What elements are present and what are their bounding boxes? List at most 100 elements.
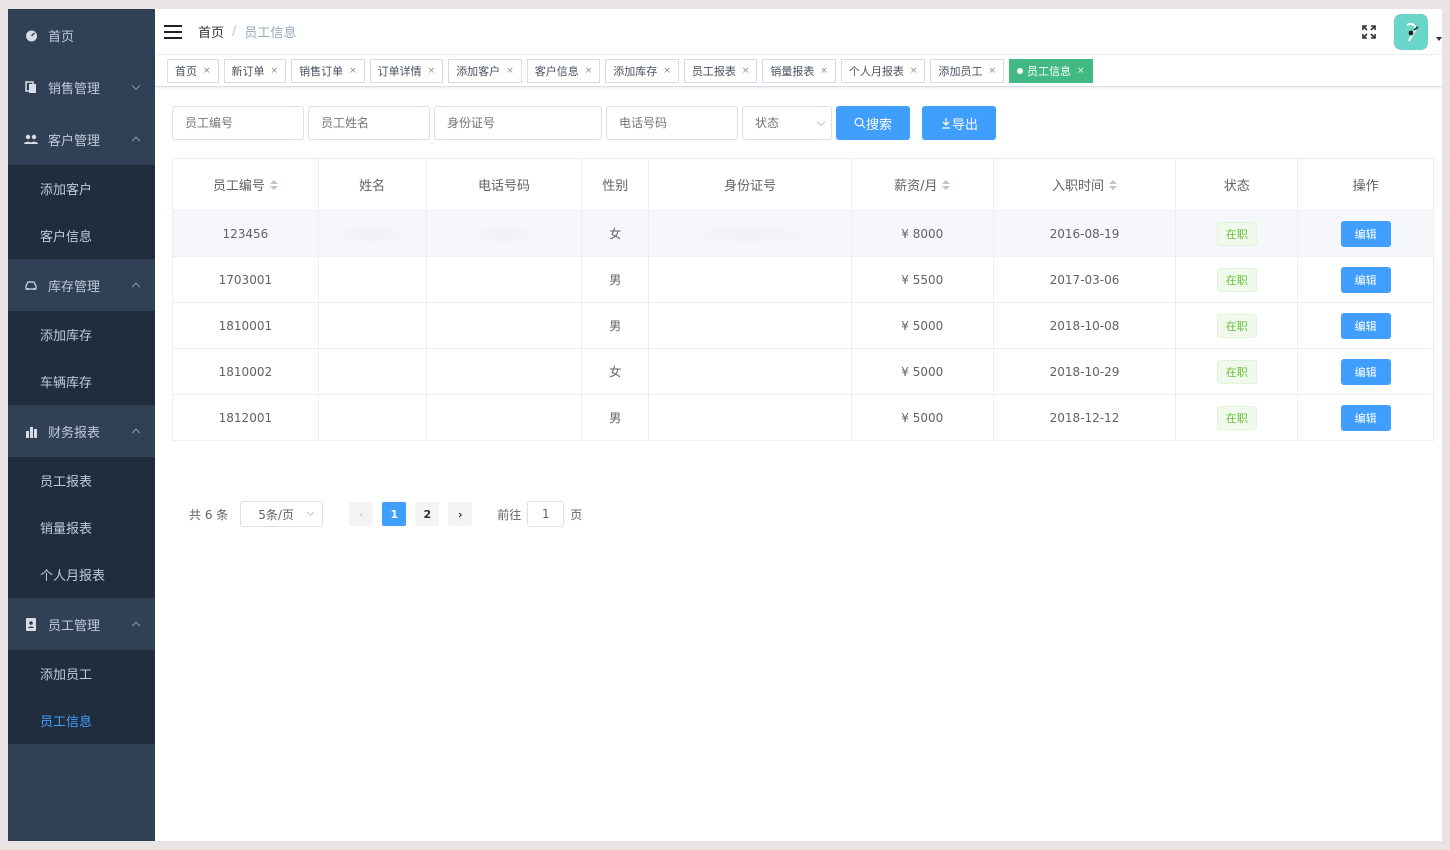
table-cell-idcard	[649, 211, 852, 256]
table-cell-id: 1810002	[173, 349, 319, 394]
page-size-select[interactable]: 5条/页	[240, 501, 324, 527]
employee-id-input[interactable]	[172, 106, 304, 140]
table-row: 123456 女 ¥ 8000 2016-08-19 在职 编辑	[173, 211, 1433, 257]
sort-icon[interactable]	[269, 179, 278, 190]
cell-value: 2016-08-19	[1049, 226, 1120, 241]
search-button[interactable]: 搜索	[836, 106, 910, 140]
close-icon[interactable]: ×	[988, 66, 996, 76]
user-avatar[interactable]	[1394, 14, 1428, 50]
navbar: 首页 / 员工信息	[155, 9, 1442, 55]
close-icon[interactable]: ×	[585, 66, 593, 76]
tag-3[interactable]: 订单详情 ×	[369, 58, 444, 83]
sidebar-menu-0[interactable]: 首页	[8, 9, 155, 61]
close-icon[interactable]: ×	[271, 66, 279, 76]
close-icon[interactable]: ×	[506, 66, 514, 76]
tag-2[interactable]: 销售订单 ×	[291, 58, 365, 83]
tag-0[interactable]: 首页 ×	[167, 58, 219, 83]
edit-button[interactable]: 编辑	[1340, 312, 1391, 339]
column-header[interactable]: 入职时间	[994, 159, 1177, 210]
close-icon[interactable]: ×	[428, 66, 436, 76]
close-icon[interactable]: ×	[1077, 66, 1085, 76]
sidebar-menu-2[interactable]: 客户管理	[8, 113, 155, 165]
table-cell-idcard	[649, 303, 852, 348]
phone-input[interactable]	[606, 106, 738, 140]
column-header: 电话号码	[427, 159, 583, 210]
sidebar-subitem[interactable]: 销量报表	[8, 504, 155, 551]
sidebar-subitem[interactable]: 员工报表	[8, 457, 155, 504]
sidebar-subitem[interactable]: 添加员工	[8, 650, 155, 697]
sort-icon[interactable]	[942, 179, 951, 190]
hamburger-menu-icon[interactable]	[164, 24, 182, 39]
sidebar-menu-label: 客户管理	[48, 133, 101, 149]
tag-8[interactable]: 销量报表 ×	[762, 58, 836, 83]
column-header[interactable]: 员工编号	[173, 159, 319, 210]
close-icon[interactable]: ×	[203, 66, 211, 76]
goto-prefix: 前往	[497, 507, 522, 522]
caret-down-icon[interactable]	[1436, 37, 1442, 41]
status-badge: 在职	[1216, 221, 1257, 246]
edit-button[interactable]: 编辑	[1340, 266, 1391, 293]
sidebar-submenu: 添加库存 车辆库存	[8, 311, 155, 405]
goto-page-input[interactable]: 1	[527, 501, 565, 527]
export-button[interactable]: 导出	[922, 106, 996, 140]
sidebar-menu-1[interactable]: 销售管理	[8, 61, 155, 113]
next-page-button[interactable]: ›	[448, 502, 473, 526]
fullscreen-icon[interactable]	[1362, 25, 1376, 39]
prev-page-button[interactable]: ‹	[349, 502, 374, 526]
sidebar-menu-label: 员工管理	[48, 618, 101, 634]
table-cell-salary: ¥ 5000	[852, 303, 994, 348]
tag-9[interactable]: 个人月报表 ×	[840, 58, 926, 83]
tag-label: 订单详情	[377, 64, 422, 78]
table-cell-action: 编辑	[1298, 303, 1433, 348]
close-icon[interactable]: ×	[910, 66, 918, 76]
sort-icon[interactable]	[1109, 179, 1118, 190]
table-cell-action: 编辑	[1298, 257, 1433, 302]
dashboard-icon	[24, 28, 38, 42]
idcard-input[interactable]	[434, 106, 602, 140]
column-header[interactable]: 薪资/月	[852, 159, 994, 210]
employee-name-input[interactable]	[308, 106, 430, 140]
close-icon[interactable]: ×	[820, 66, 828, 76]
sidebar-subitem[interactable]: 客户信息	[8, 212, 155, 259]
tag-10[interactable]: 添加员工 ×	[930, 58, 1005, 83]
edit-button[interactable]: 编辑	[1340, 404, 1391, 431]
close-icon[interactable]: ×	[663, 66, 671, 76]
breadcrumb-separator: /	[232, 24, 237, 39]
sidebar-subitem[interactable]: 添加库存	[8, 311, 155, 358]
sidebar-menu-3[interactable]: 库存管理	[8, 259, 155, 311]
sidebar-subitem[interactable]: 添加客户	[8, 165, 155, 212]
page-button[interactable]: 1	[382, 502, 407, 526]
table-cell-name	[319, 211, 427, 256]
tag-label: 新订单	[231, 64, 265, 78]
sidebar: 首页 销售管理客户管理添加客户 客户信息 库存管理 添加库存 车辆库存 财务报表 员工报表 销量…	[8, 9, 155, 841]
edit-button[interactable]: 编辑	[1340, 220, 1391, 247]
sidebar-subitem[interactable]: 车辆库存	[8, 358, 155, 405]
sidebar-menu-4[interactable]: 财务报表	[8, 405, 155, 457]
cell-value: 男	[609, 319, 622, 333]
tag-6[interactable]: 添加库存 ×	[605, 58, 679, 83]
breadcrumb-home[interactable]: 首页	[198, 22, 224, 41]
close-icon[interactable]: ×	[349, 66, 357, 76]
tag-4[interactable]: 添加客户 ×	[448, 58, 522, 83]
status-select[interactable]	[742, 106, 836, 140]
tag-1[interactable]: 新订单 ×	[223, 58, 287, 83]
sidebar-submenu: 添加客户 客户信息	[8, 165, 155, 259]
tag-label: 个人月报表	[848, 64, 904, 78]
column-header: 姓名	[319, 159, 427, 210]
page-button[interactable]: 2	[415, 502, 440, 526]
tag-11[interactable]: 员工信息 ×	[1009, 58, 1093, 83]
sidebar-menu-5[interactable]: 员工管理	[8, 598, 155, 650]
edit-button[interactable]: 编辑	[1340, 358, 1391, 385]
tag-5[interactable]: 客户信息 ×	[526, 58, 601, 83]
tag-7[interactable]: 员工报表 ×	[683, 58, 758, 83]
sidebar-submenu: 员工报表 销量报表 个人月报表	[8, 457, 155, 598]
table-cell-name	[319, 395, 427, 440]
table-cell-phone	[427, 349, 583, 394]
sidebar-subitem[interactable]: 员工信息	[8, 697, 155, 744]
table-cell-idcard	[649, 349, 852, 394]
table-cell-phone	[427, 395, 583, 440]
close-icon[interactable]: ×	[742, 66, 750, 76]
sidebar-subitem[interactable]: 个人月报表	[8, 551, 155, 598]
table-cell-action: 编辑	[1298, 211, 1433, 256]
column-header: 性别	[582, 159, 650, 210]
